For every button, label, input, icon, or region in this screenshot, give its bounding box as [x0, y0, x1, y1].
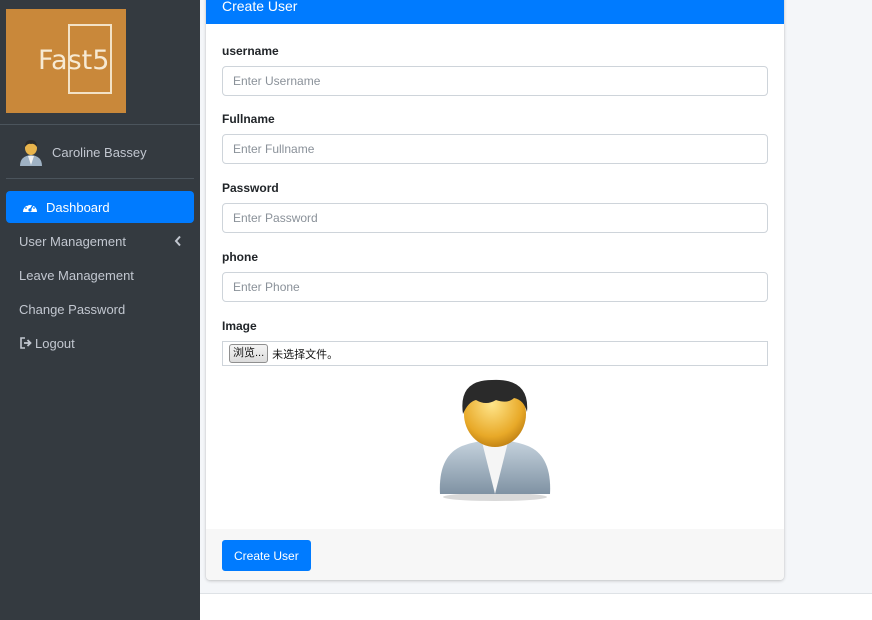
- card-title: Create User: [222, 0, 298, 14]
- divider: [6, 178, 194, 179]
- card-header: Create User: [206, 0, 784, 24]
- brand-logo[interactable]: Fast5: [6, 9, 126, 113]
- sidebar-item-dashboard[interactable]: Dashboard: [6, 191, 194, 223]
- sidebar-item-label: User Management: [19, 233, 126, 249]
- sidebar-item-change-password[interactable]: Change Password: [6, 293, 194, 325]
- main-footer: [200, 594, 872, 620]
- create-user-card: Create User username Fullname Password p…: [206, 0, 784, 580]
- fullname-input[interactable]: [222, 134, 768, 164]
- file-status: 未选择文件。: [272, 348, 339, 361]
- username-input[interactable]: [222, 66, 768, 96]
- sidebar-item-logout[interactable]: Logout: [6, 327, 194, 359]
- sidebar-item-leave-management[interactable]: Leave Management: [6, 259, 194, 291]
- fullname-label: Fullname: [222, 112, 275, 126]
- user-avatar-preview: [439, 379, 551, 501]
- sidebar-nav: Dashboard User Management Leave Manageme…: [6, 191, 194, 361]
- logo-text: Fast5: [38, 45, 110, 76]
- chevron-left-icon: [174, 235, 181, 247]
- sign-out-icon: [20, 337, 32, 349]
- sidebar-item-label: Leave Management: [19, 267, 134, 283]
- create-user-button[interactable]: Create User: [222, 540, 311, 571]
- divider: [0, 124, 200, 125]
- sidebar-item-user-management[interactable]: User Management: [6, 225, 194, 257]
- sidebar-item-label: Change Password: [19, 301, 126, 317]
- phone-label: phone: [222, 250, 258, 264]
- user-avatar-icon: [20, 140, 42, 166]
- image-file-input[interactable]: 浏览... 未选择文件。: [222, 341, 768, 366]
- tachometer-icon: [23, 203, 37, 212]
- password-label: Password: [222, 181, 279, 195]
- password-input[interactable]: [222, 203, 768, 233]
- username-label: username: [222, 44, 279, 58]
- card-footer: Create User: [206, 529, 784, 580]
- sidebar-item-label: Logout: [35, 335, 75, 351]
- sidebar-item-label: Dashboard: [46, 199, 110, 215]
- browse-button[interactable]: 浏览...: [229, 344, 269, 363]
- user-name: Caroline Bassey: [52, 144, 147, 160]
- sidebar: Fast5 Caroline Bassey Dashboard User Man…: [0, 0, 200, 620]
- user-panel[interactable]: Caroline Bassey: [18, 137, 147, 167]
- image-label: Image: [222, 319, 257, 333]
- phone-input[interactable]: [222, 272, 768, 302]
